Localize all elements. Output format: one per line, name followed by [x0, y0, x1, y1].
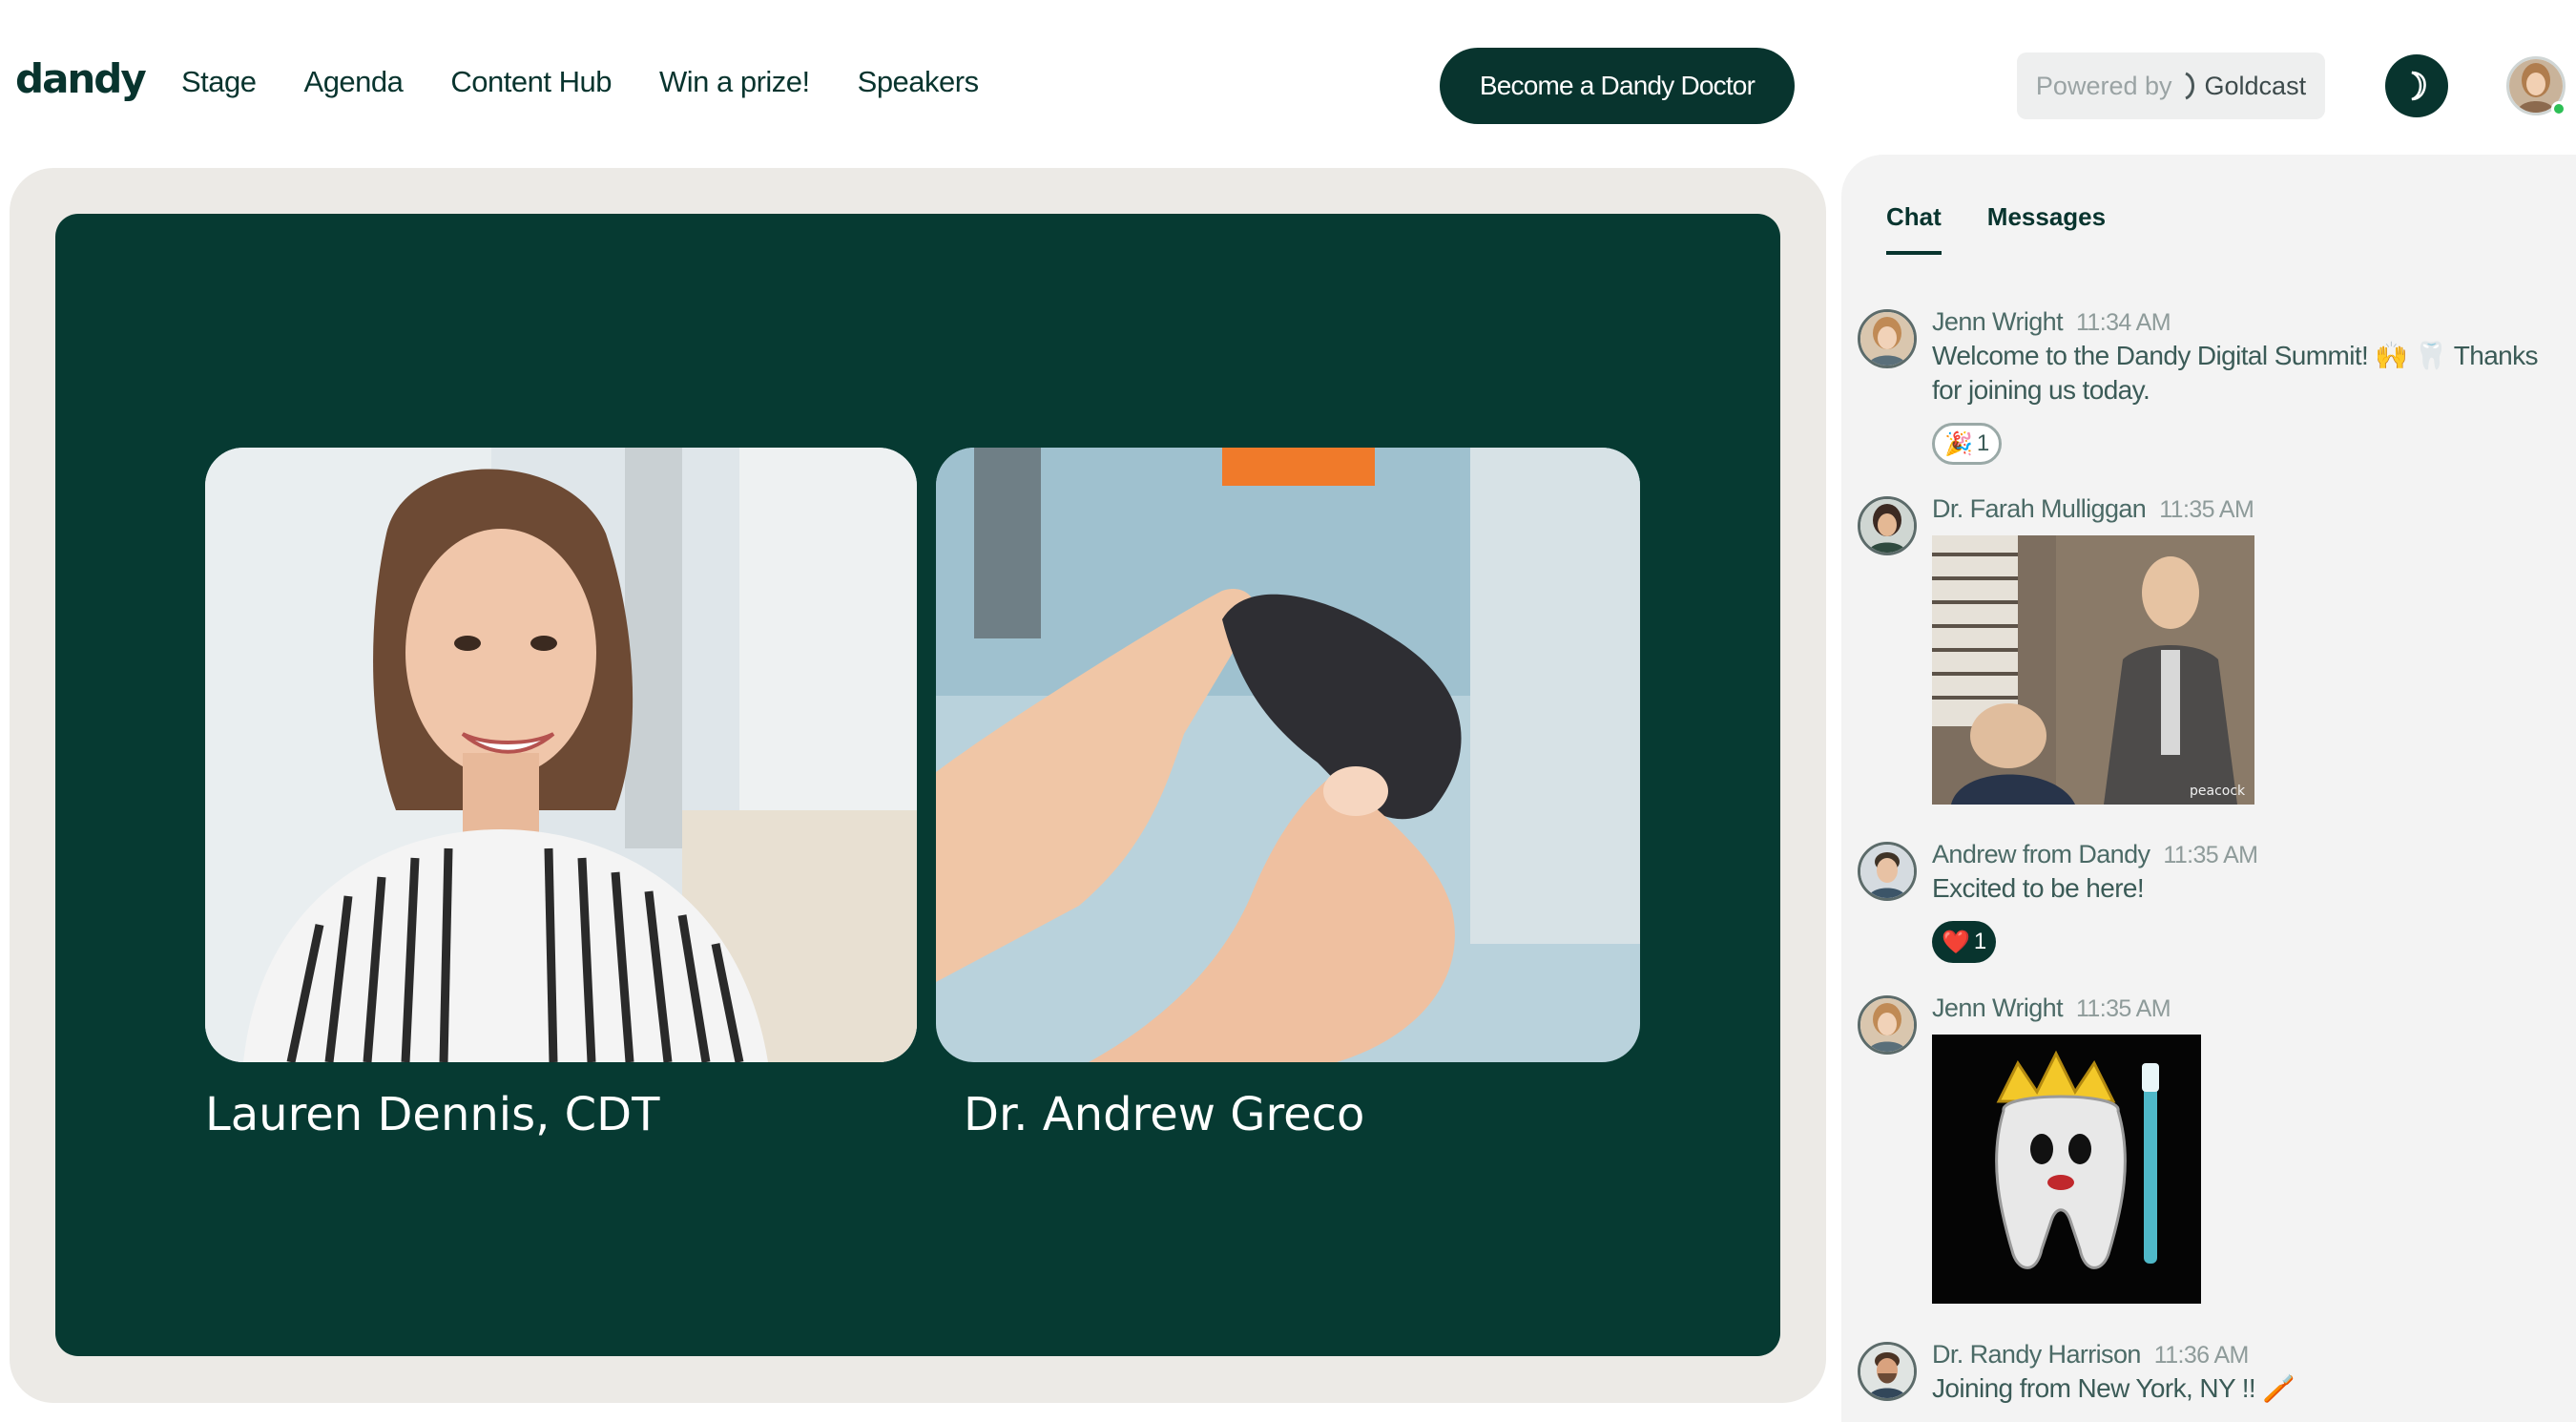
tab-messages[interactable]: Messages	[1987, 202, 2106, 255]
message-body: Andrew from Dandy 11:35 AM Excited to be …	[1932, 838, 2562, 963]
goldcast-brand: Goldcast	[2182, 71, 2307, 101]
message-author[interactable]: Jenn Wright	[1932, 307, 2064, 336]
goldcast-logo-icon	[2184, 72, 2194, 100]
top-header: dandy Stage Agenda Content Hub Win a pri…	[0, 0, 2576, 162]
reaction-badge[interactable]: 🎉 1	[1932, 423, 2003, 465]
tab-chat[interactable]: Chat	[1886, 202, 1942, 255]
avatar-image	[1860, 312, 1914, 366]
avatar-farah-mulliggan[interactable]	[1858, 496, 1917, 555]
message-body: Dr. Farah Mulliggan 11:35 AM peacock	[1932, 492, 2562, 805]
avatar-image	[1860, 499, 1914, 553]
main-nav: Stage Agenda Content Hub Win a prize! Sp…	[181, 65, 979, 99]
nav-agenda[interactable]: Agenda	[304, 65, 404, 99]
moon-icon	[2411, 71, 2426, 101]
message-time: 11:35 AM	[2163, 842, 2258, 868]
goldcast-label: Goldcast	[2204, 71, 2307, 100]
reaction-badge[interactable]: ❤️ 1	[1932, 921, 1997, 963]
message-meta: Dr. Farah Mulliggan 11:35 AM	[1932, 492, 2562, 526]
message-author[interactable]: Dr. Randy Harrison	[1932, 1340, 2141, 1369]
message-author[interactable]: Jenn Wright	[1932, 993, 2064, 1022]
avatar-jenn-wright[interactable]	[1858, 995, 1917, 1055]
message-body: Jenn Wright 11:34 AM Welcome to the Dandy…	[1932, 305, 2562, 465]
gif-image: peacock	[1932, 535, 2254, 805]
avatar-image	[1860, 998, 1914, 1052]
become-dandy-doctor-button[interactable]: Become a Dandy Doctor	[1440, 48, 1795, 124]
dandy-logo[interactable]: dandy	[15, 55, 147, 102]
message-text: Welcome to the Dandy Digital Summit! 🙌 🦷…	[1932, 341, 2539, 405]
reaction-count: 1	[1973, 929, 1987, 954]
message-time: 11:34 AM	[2075, 309, 2171, 336]
powered-by-badge[interactable]: Powered by Goldcast	[2017, 52, 2325, 119]
chat-tabs: Chat Messages	[1886, 202, 2106, 255]
avatar-jenn-wright[interactable]	[1858, 309, 1917, 368]
nav-stage[interactable]: Stage	[181, 65, 257, 99]
message-body: Dr. Randy Harrison 11:36 AM Joining from …	[1932, 1338, 2562, 1406]
message-author[interactable]: Dr. Farah Mulliggan	[1932, 494, 2147, 523]
gif-image	[1932, 1035, 2201, 1304]
gif-watermark: peacock	[2190, 784, 2246, 799]
powered-by-label: Powered by	[2035, 71, 2172, 100]
message-text: Joining from New York, NY !! 🪥	[1932, 1373, 2296, 1403]
heart-emoji-icon: ❤️	[1942, 929, 1970, 955]
avatar-andrew-from-dandy[interactable]	[1858, 842, 1917, 901]
dental-model-image	[936, 448, 1640, 1062]
reaction-count: 1	[1976, 430, 1990, 456]
message-meta: Jenn Wright 11:35 AM	[1932, 992, 2562, 1025]
nav-content-hub[interactable]: Content Hub	[450, 65, 612, 99]
gif-celebration[interactable]: peacock	[1932, 535, 2254, 805]
message-meta: Andrew from Dandy 11:35 AM	[1932, 838, 2562, 871]
message-time: 11:35 AM	[2075, 995, 2171, 1022]
speaker-name-1: Lauren Dennis, CDT	[205, 1088, 660, 1141]
nav-speakers[interactable]: Speakers	[858, 65, 979, 99]
theme-toggle-button[interactable]	[2385, 54, 2448, 117]
speaker-photo-lauren-dennis	[205, 448, 917, 1062]
nav-win-a-prize[interactable]: Win a prize!	[659, 65, 810, 99]
speaker-name-2: Dr. Andrew Greco	[964, 1088, 1365, 1141]
message-author[interactable]: Andrew from Dandy	[1932, 840, 2150, 868]
party-emoji-icon: 🎉	[1944, 430, 1973, 457]
woman-portrait-image	[205, 448, 917, 1062]
message-meta: Jenn Wright 11:34 AM	[1932, 305, 2562, 339]
message-body: Jenn Wright 11:35 AM	[1932, 992, 2562, 1304]
message-time: 11:36 AM	[2153, 1342, 2250, 1369]
online-status-dot	[2551, 101, 2566, 116]
avatar-image	[1860, 1345, 1914, 1398]
speaker-photo-andrew-greco	[936, 448, 1640, 1062]
message-time: 11:35 AM	[2159, 496, 2254, 523]
avatar-randy-harrison[interactable]	[1858, 1342, 1917, 1401]
message-meta: Dr. Randy Harrison 11:36 AM	[1932, 1338, 2562, 1371]
message-text: Excited to be here!	[1932, 873, 2145, 903]
avatar-image	[1860, 845, 1914, 898]
gif-tooth-king[interactable]	[1932, 1035, 2201, 1304]
